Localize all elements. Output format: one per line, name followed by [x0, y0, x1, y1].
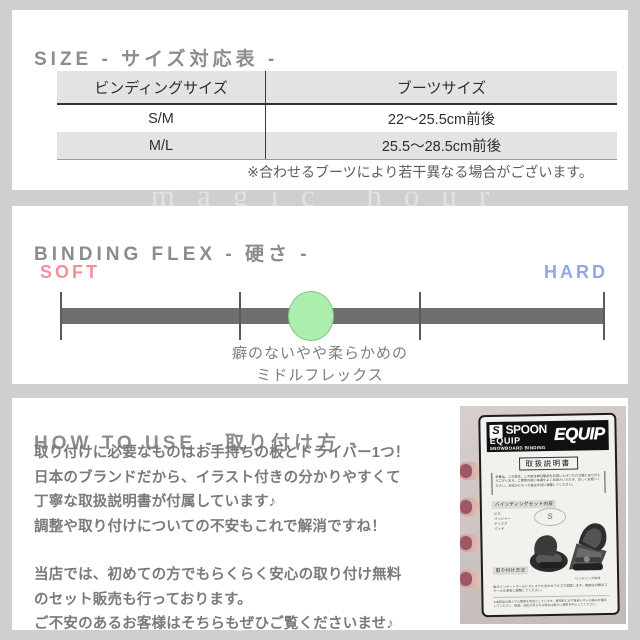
manual-document-title-text: 取扱説明書 — [518, 456, 578, 471]
howto-paragraph-2: 当店では、初めての方でもらくらく安心の取り付け無料 のセット販売も行っております… — [34, 567, 402, 632]
howto-body: 取り付けに必要なものはお手持ちの板とドライバー1つ！ 日本のブランドだから、イラ… — [34, 441, 454, 637]
manual-footer-text: 板のインサートホールにディスクを合わせてビスで固定します。角度は付属のスケールを… — [493, 582, 608, 594]
flex-scale — [60, 291, 605, 341]
table-header-row: ビンディングサイズ ブーツサイズ — [57, 71, 617, 105]
flex-caption: 癖のないやや柔らかめの ミドルフレックス — [12, 343, 628, 387]
manual-document-title: 取扱説明書 — [481, 456, 615, 471]
size-section: SIZE - サイズ対応表 - ビンディングサイズ ブーツサイズ S/M 22〜… — [12, 10, 628, 190]
manual-parts-list: ビス ワッシャー ディスク パッド — [493, 511, 512, 531]
size-table-head: ビンディングサイズ ブーツサイズ — [57, 71, 617, 105]
manual-binding-caption: ビンディング本体 — [575, 576, 601, 581]
flex-tick — [60, 292, 62, 340]
cell-boot-size: 25.5〜28.5cm前後 — [265, 132, 617, 160]
cell-binding-size: S/M — [57, 104, 266, 132]
size-section-title: SIZE - サイズ対応表 - — [34, 48, 279, 70]
manual-footer-section-label: 取り付け方法 — [492, 566, 529, 575]
instruction-manual-sheet: S SPOON EQUIP SNOWBOARD BINDING EQUIP 取扱… — [478, 412, 620, 618]
binding-flex-section: BINDING FLEX - 硬さ - SOFT HARD 癖のないやや柔らかめ… — [12, 206, 628, 384]
size-note: ※合わせるブーツにより若干異なる場合がございます。 — [247, 164, 593, 180]
flex-hard-label: HARD — [544, 262, 608, 282]
manual-footer-note: ※本製品は雪上での使用を目的としています。使用前に必ず各部のネジの緩みを確認して… — [493, 594, 610, 608]
manual-photo: S SPOON EQUIP SNOWBOARD BINDING EQUIP 取扱… — [460, 406, 626, 624]
size-table: ビンディングサイズ ブーツサイズ S/M 22〜25.5cm前後 M/L 25.… — [57, 71, 617, 160]
flex-tick — [239, 292, 241, 340]
table-row: S/M 22〜25.5cm前後 — [57, 104, 617, 132]
size-table-body: S/M 22〜25.5cm前後 M/L 25.5〜28.5cm前後 — [57, 104, 617, 160]
fingernail — [460, 536, 472, 550]
how-to-use-section: HOW TO USE - 取り付け方 - 取り付けに必要なものはお手持ちの板とド… — [12, 398, 628, 632]
fingernail — [460, 500, 472, 514]
flex-tick — [603, 292, 605, 340]
manual-brand-header: S SPOON EQUIP SNOWBOARD BINDING EQUIP — [486, 419, 609, 453]
flex-tick — [419, 292, 421, 340]
manual-notice-text: 本書は、この度は、この度は弊社製品をお買い上げいただき誠にありがとうございます。… — [491, 471, 606, 495]
cell-boot-size: 22〜25.5cm前後 — [387, 112, 496, 128]
flex-value-marker — [288, 291, 334, 341]
cell-binding-size: M/L — [57, 132, 266, 160]
column-header-binding-size: ビンディングサイズ — [57, 71, 266, 105]
column-header-boot-size: ブーツサイズ — [265, 71, 617, 105]
fingernail — [460, 464, 472, 478]
howto-paragraph-1: 取り付けに必要なものはお手持ちの板とドライバー1つ！ 日本のブランドだから、イラ… — [34, 445, 410, 535]
binding-illustration — [529, 523, 607, 573]
equip-wordmark: EQUIP — [554, 424, 605, 444]
table-row: M/L 25.5〜28.5cm前後 — [57, 132, 617, 160]
flex-soft-label: SOFT — [40, 262, 100, 282]
flex-caption-line2: ミドルフレックス — [256, 367, 384, 384]
flex-caption-line1: 癖のないやや柔らかめの — [231, 345, 408, 362]
fingernail — [460, 572, 472, 586]
brand-subtitle-category: SNOWBOARD BINDING — [489, 445, 546, 452]
